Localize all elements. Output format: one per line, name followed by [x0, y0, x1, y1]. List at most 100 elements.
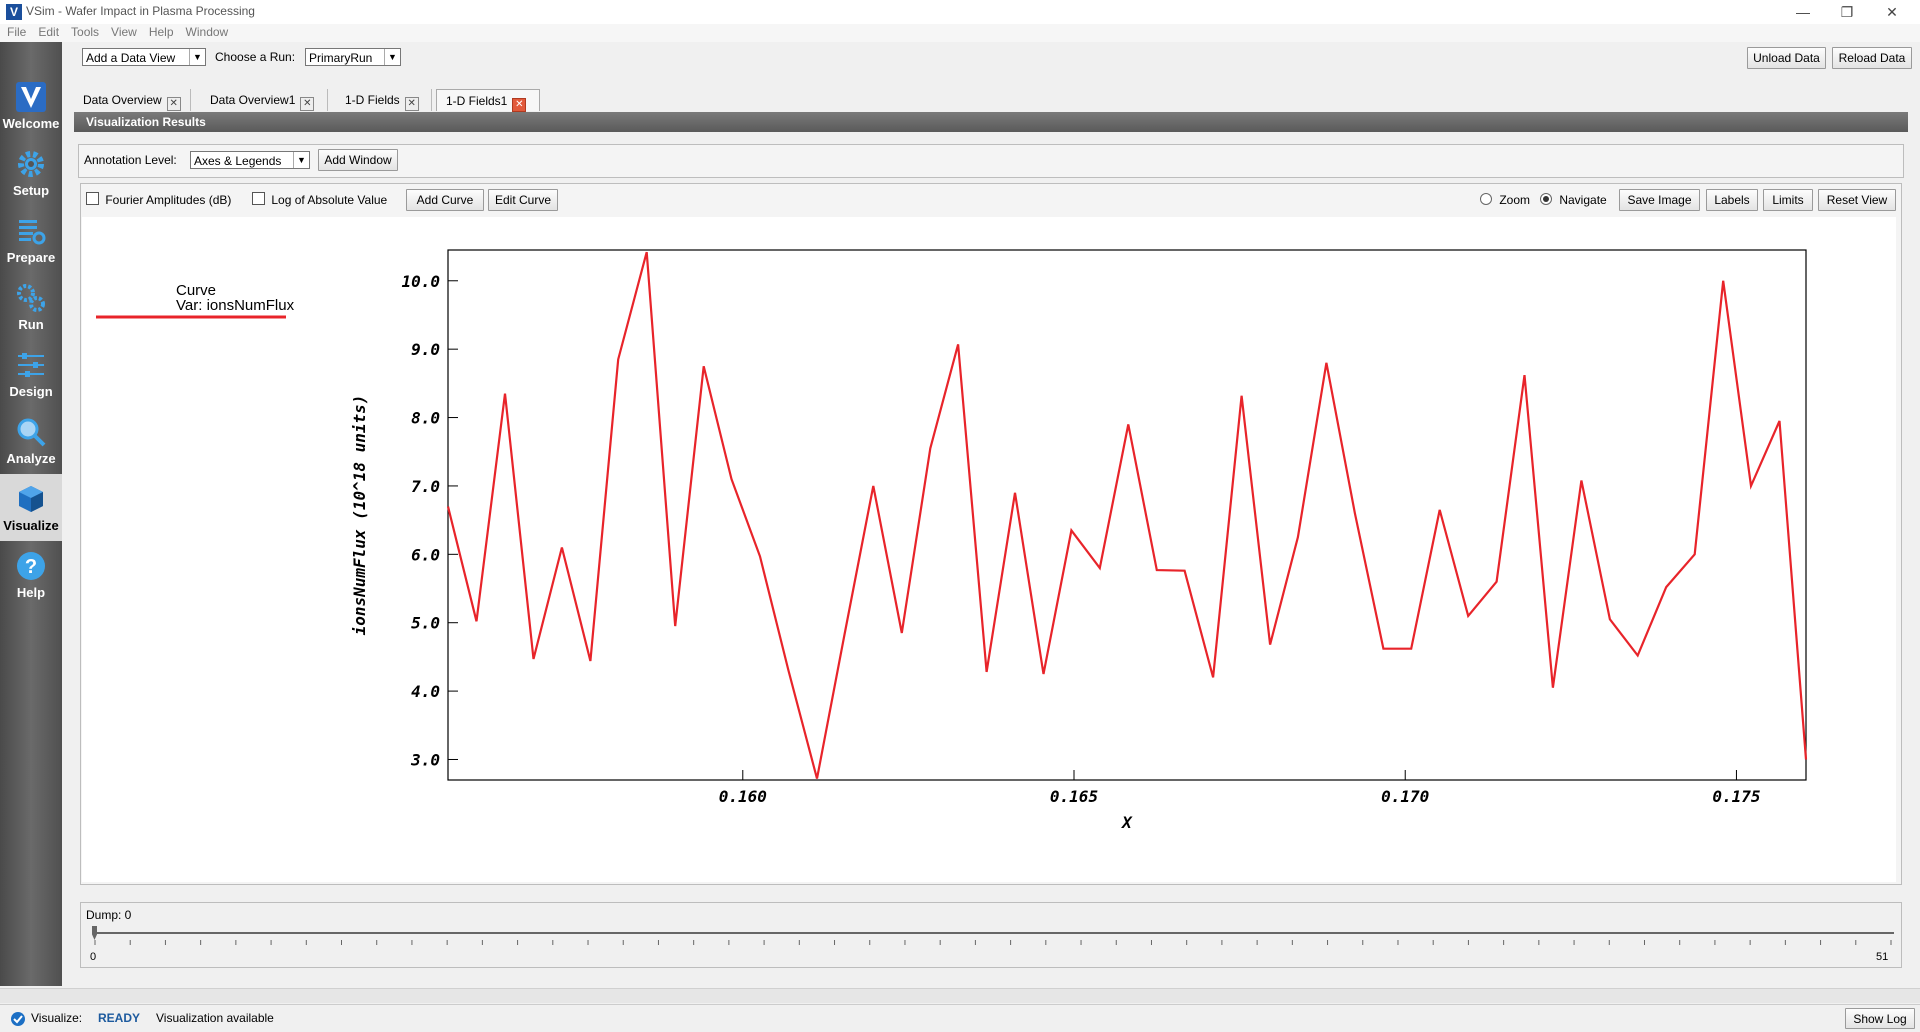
sidebar: Welcome Setup Prepare Run Design Analyze: [0, 42, 62, 986]
close-tab-icon[interactable]: ✕: [512, 98, 527, 112]
y-tick-label: 9.0: [411, 340, 440, 359]
add-window-button[interactable]: Add Window: [318, 149, 398, 171]
save-image-button[interactable]: Save Image: [1619, 189, 1700, 211]
cube-icon: [19, 486, 43, 512]
tab-data-overview[interactable]: Data Overview ✕: [74, 89, 191, 111]
checkbox-icon: [252, 192, 265, 205]
limits-button[interactable]: Limits: [1763, 189, 1813, 211]
y-tick-label: 4.0: [411, 682, 440, 701]
sidebar-item-design[interactable]: Design: [0, 340, 62, 407]
x-axis-label: X: [1120, 813, 1133, 832]
check-circle-icon: [11, 1012, 25, 1026]
sidebar-item-analyze[interactable]: Analyze: [0, 407, 62, 474]
x-axis: 0.160 0.165 0.170 0.175: [719, 770, 1761, 806]
legend-var-label: Var: ionsNumFlux: [176, 297, 295, 314]
sidebar-item-label: Setup: [12, 183, 50, 198]
add-curve-button[interactable]: Add Curve: [406, 189, 484, 211]
y-tick-label: 6.0: [411, 545, 440, 564]
vsim-logo-icon: [16, 82, 46, 112]
fourier-checkbox[interactable]: Fourier Amplitudes (dB): [86, 191, 231, 209]
series-line-ionsNumFlux: [446, 251, 1808, 779]
close-tab-icon[interactable]: ✕: [404, 97, 419, 111]
window-title: VSim - Wafer Impact in Plasma Processing: [26, 4, 255, 18]
x-tick-label: 0.160: [719, 787, 767, 806]
dump-max-label: 51: [1876, 951, 1889, 963]
add-data-view-value: Add a Data View: [86, 51, 176, 65]
edit-curve-button[interactable]: Edit Curve: [488, 189, 558, 211]
dump-slider-track[interactable]: [94, 932, 1894, 934]
choose-run-label: Choose a Run:: [215, 50, 296, 64]
add-data-view-dropdown[interactable]: Add a Data View ▼: [82, 48, 206, 66]
close-tab-icon[interactable]: ✕: [300, 97, 315, 111]
tab-label: 1-D Fields: [345, 93, 400, 107]
sidebar-item-label: Prepare: [6, 250, 56, 265]
tab-1d-fields1[interactable]: 1-D Fields1 ✕: [436, 89, 540, 112]
zoom-label: Zoom: [1499, 193, 1531, 207]
dump-panel: [80, 902, 1902, 968]
close-tab-icon[interactable]: ✕: [166, 97, 181, 111]
status-state: READY: [98, 1011, 141, 1025]
tab-label: Data Overview: [83, 93, 162, 107]
sliders-icon: [18, 353, 44, 377]
app-logo-icon: V: [6, 4, 22, 20]
chevron-down-icon: ▼: [384, 49, 400, 65]
sidebar-item-run[interactable]: Run: [0, 273, 62, 340]
horizontal-scrollbar[interactable]: [0, 988, 1920, 1003]
chevron-down-icon: ▼: [293, 152, 309, 168]
sidebar-item-visualize[interactable]: Visualize: [0, 474, 62, 541]
radio-icon: [1480, 193, 1492, 205]
run-dropdown[interactable]: PrimaryRun ▼: [305, 48, 401, 66]
plot-canvas[interactable]: Curve Var: ionsNumFlux 3.0 4.0 5.0 6.0 7.0 8.…: [82, 217, 1896, 882]
y-tick-label: 8.0: [411, 409, 440, 428]
sidebar-item-prepare[interactable]: Prepare: [0, 206, 62, 273]
sidebar-item-setup[interactable]: Setup: [0, 139, 62, 206]
annotation-level-dropdown[interactable]: Axes & Legends ▼: [190, 151, 310, 169]
title-bar: V VSim - Wafer Impact in Plasma Processi…: [0, 0, 1920, 24]
menu-edit[interactable]: Edit: [31, 24, 64, 39]
reload-data-button[interactable]: Reload Data: [1832, 47, 1912, 69]
dump-label: Dump: 0: [86, 908, 132, 922]
restore-icon[interactable]: ❐: [1827, 2, 1867, 22]
tab-label: 1-D Fields1: [446, 94, 508, 108]
y-axis: 3.0 4.0 5.0 6.0 7.0 8.0 9.0 10.0: [401, 272, 458, 769]
sidebar-item-help[interactable]: ? Help: [0, 541, 62, 608]
zoom-radio[interactable]: Zoom: [1480, 191, 1530, 209]
list-gear-icon: [19, 220, 46, 245]
status-module: Visualize:: [31, 1011, 83, 1025]
menu-file[interactable]: File: [0, 24, 31, 39]
annotation-level-label: Annotation Level:: [84, 153, 177, 167]
log-abs-label: Log of Absolute Value: [271, 193, 388, 207]
navigate-radio[interactable]: Navigate: [1540, 191, 1607, 209]
question-icon: ?: [17, 552, 45, 580]
y-axis-label: ionsNumFlux (10^18 units): [350, 395, 369, 636]
close-icon[interactable]: ✕: [1872, 2, 1912, 22]
y-tick-label: 7.0: [411, 477, 440, 496]
minimize-icon[interactable]: —: [1783, 2, 1823, 22]
sidebar-item-welcome[interactable]: Welcome: [0, 72, 62, 139]
x-tick-label: 0.175: [1712, 787, 1760, 806]
gear-icon: [18, 151, 44, 177]
y-tick-label: 5.0: [411, 614, 440, 633]
radio-selected-icon: [1540, 193, 1552, 205]
labels-button[interactable]: Labels: [1706, 189, 1758, 211]
menu-help[interactable]: Help: [142, 24, 179, 39]
sidebar-item-label: Design: [9, 384, 53, 399]
log-abs-checkbox[interactable]: Log of Absolute Value: [252, 191, 387, 209]
tab-label: Data Overview1: [210, 93, 296, 107]
dump-slider-ticks: [94, 940, 1892, 945]
menu-tools[interactable]: Tools: [64, 24, 104, 39]
menu-view[interactable]: View: [104, 24, 142, 39]
y-tick-label: 10.0: [401, 272, 440, 291]
reset-view-button[interactable]: Reset View: [1818, 189, 1896, 211]
menu-window[interactable]: Window: [179, 24, 234, 39]
tab-data-overview1[interactable]: Data Overview1 ✕: [201, 89, 328, 111]
line-chart[interactable]: Curve Var: ionsNumFlux 3.04.05.06.07.08.…: [82, 217, 1896, 882]
show-log-button[interactable]: Show Log: [1845, 1008, 1915, 1029]
tab-1d-fields[interactable]: 1-D Fields ✕: [336, 89, 432, 111]
unload-data-button[interactable]: Unload Data: [1747, 47, 1826, 69]
sidebar-item-label: Analyze: [6, 451, 56, 466]
status-message: Visualization available: [156, 1011, 274, 1025]
visualization-results-header: Visualization Results: [74, 112, 1908, 132]
annotation-level-value: Axes & Legends: [194, 154, 282, 168]
navigate-label: Navigate: [1559, 193, 1607, 207]
